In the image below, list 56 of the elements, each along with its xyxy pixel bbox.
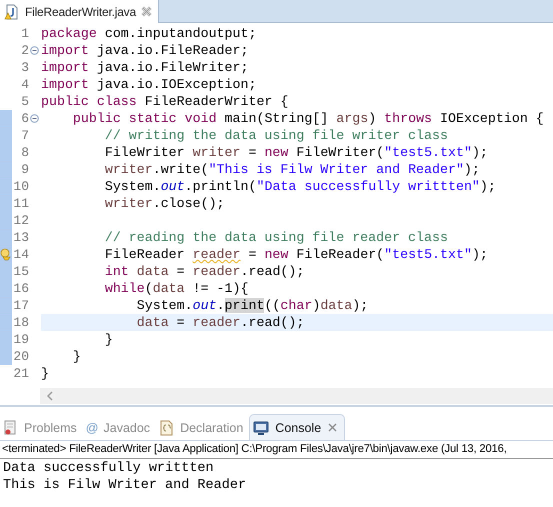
code-line: while(data != -1){ bbox=[104, 280, 250, 297]
code-line: } bbox=[104, 331, 114, 348]
line-number: 2 bbox=[20, 42, 29, 59]
panel-tab[interactable]: Problems bbox=[0, 415, 83, 440]
code-line: FileReader reader = new FileReader("test5.txt"); bbox=[104, 246, 489, 263]
console-output-line: This is Filw Writer and Reader bbox=[3, 477, 248, 494]
code-line: package com.inputandoutput; bbox=[41, 25, 258, 42]
code-line: writer.write("This is Filw Writer and Reader"); bbox=[104, 161, 481, 178]
code-line: import java.io.IOException; bbox=[41, 76, 258, 93]
line-number: 14 bbox=[12, 246, 29, 263]
code-line: } bbox=[72, 348, 82, 365]
line-number: 17 bbox=[12, 297, 29, 314]
line-number: 13 bbox=[12, 229, 29, 246]
code-line: import java.io.FileWriter; bbox=[41, 59, 250, 76]
line-number: 12 bbox=[12, 212, 29, 229]
collapse-icon[interactable] bbox=[30, 114, 39, 123]
line-number: 11 bbox=[12, 195, 29, 212]
line-number: 20 bbox=[12, 348, 29, 365]
code-line: // writing the data using file writer class bbox=[104, 127, 449, 144]
close-icon[interactable] bbox=[140, 6, 152, 17]
line-number: 7 bbox=[20, 127, 29, 144]
code-line: writer.close(); bbox=[104, 195, 226, 212]
code-line: import java.io.FileReader; bbox=[41, 42, 250, 59]
code-line: System.out.println("Data successfully writtten"); bbox=[104, 178, 497, 195]
collapse-icon[interactable] bbox=[30, 46, 39, 55]
line-number: 16 bbox=[12, 280, 29, 297]
line-number: 9 bbox=[20, 161, 29, 178]
line-number: 10 bbox=[12, 178, 29, 195]
code-line: int data = reader.read(); bbox=[104, 263, 306, 280]
declaration-icon bbox=[159, 420, 176, 436]
line-number: 5 bbox=[20, 93, 29, 110]
panel-tab[interactable]: Console bbox=[249, 414, 346, 440]
code-line: // reading the data using file reader class bbox=[104, 229, 449, 246]
line-number: 8 bbox=[20, 144, 29, 161]
console-output-line: Data successfully writtten bbox=[3, 460, 215, 477]
panel-tab[interactable]: Declaration bbox=[156, 415, 250, 440]
console-icon bbox=[253, 420, 270, 436]
line-number: 19 bbox=[12, 331, 29, 348]
close-icon[interactable] bbox=[327, 422, 338, 433]
panel-tab[interactable]: @ Javadoc bbox=[82, 415, 156, 440]
line-number: 18 bbox=[12, 314, 29, 331]
code-line: public static void main(String[] args) throws IOException { bbox=[72, 110, 545, 127]
console-description: <terminated> FileReaderWriter [Java Application] C:\Program Files\Java\jre7\bin\javaw.exe (Jul 13, 2016, bbox=[0, 441, 553, 459]
line-number: 6 bbox=[20, 110, 29, 127]
code-line: } bbox=[41, 365, 50, 382]
line-number: 1 bbox=[20, 25, 29, 42]
line-number: 4 bbox=[20, 76, 29, 93]
code-line: public class FileReaderWriter { bbox=[41, 93, 290, 110]
at-sign-icon: @ bbox=[86, 420, 98, 434]
horizontal-scrollbar[interactable] bbox=[40, 388, 553, 404]
line-number: 3 bbox=[20, 59, 29, 76]
line-number: 21 bbox=[12, 365, 29, 382]
code-line: System.out.print((char)data); bbox=[136, 297, 370, 314]
line-number: 15 bbox=[12, 263, 29, 280]
code-line: FileWriter writer = new FileWriter("test5.txt"); bbox=[104, 144, 489, 161]
editor-tab[interactable]: FileReaderWriter.java bbox=[0, 0, 159, 23]
